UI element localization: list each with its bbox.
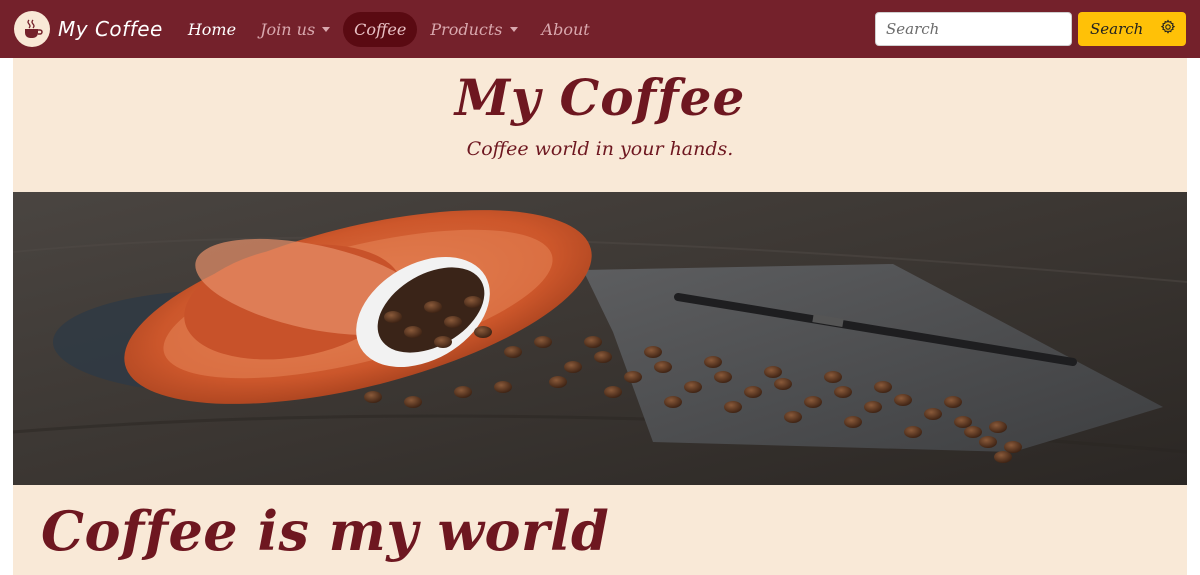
nav-item-label: About	[541, 19, 590, 39]
nav-item-coffee[interactable]: Coffee	[343, 11, 418, 47]
nav-item-label: Home	[187, 19, 237, 39]
brand-name: My Coffee	[58, 17, 163, 41]
site-subtitle: Coffee world in your hands.	[466, 138, 734, 160]
search-button-label: Search	[1090, 20, 1144, 38]
brand-link[interactable]: My Coffee	[14, 11, 163, 47]
nav-item-label: Coffee	[354, 19, 407, 39]
main-nav: Home Join us Coffee Products About	[177, 11, 603, 47]
section-title: Coffee is my world	[41, 499, 610, 563]
site-header: My Coffee Coffee world in your hands.	[13, 58, 1187, 192]
nav-item-label: Products	[430, 19, 503, 39]
coffee-cup-icon	[14, 11, 50, 47]
coffee-beans-image	[13, 192, 1187, 485]
caret-down-icon	[509, 26, 518, 32]
caret-down-icon	[322, 26, 331, 32]
nav-item-about[interactable]: About	[531, 12, 601, 47]
search-button[interactable]: Search	[1078, 12, 1186, 46]
gear-icon	[1160, 19, 1176, 39]
nav-item-label: Join us	[260, 19, 316, 39]
nav-item-products[interactable]: Products	[419, 12, 528, 47]
navbar: My Coffee Home Join us Coffee Products A…	[0, 0, 1200, 58]
search-form: Search	[875, 12, 1186, 46]
intro-section: Coffee is my world	[13, 485, 1187, 575]
search-input[interactable]	[875, 12, 1072, 46]
site-title: My Coffee	[454, 68, 746, 127]
nav-item-home[interactable]: Home	[177, 12, 247, 47]
nav-item-join-us[interactable]: Join us	[249, 12, 341, 47]
